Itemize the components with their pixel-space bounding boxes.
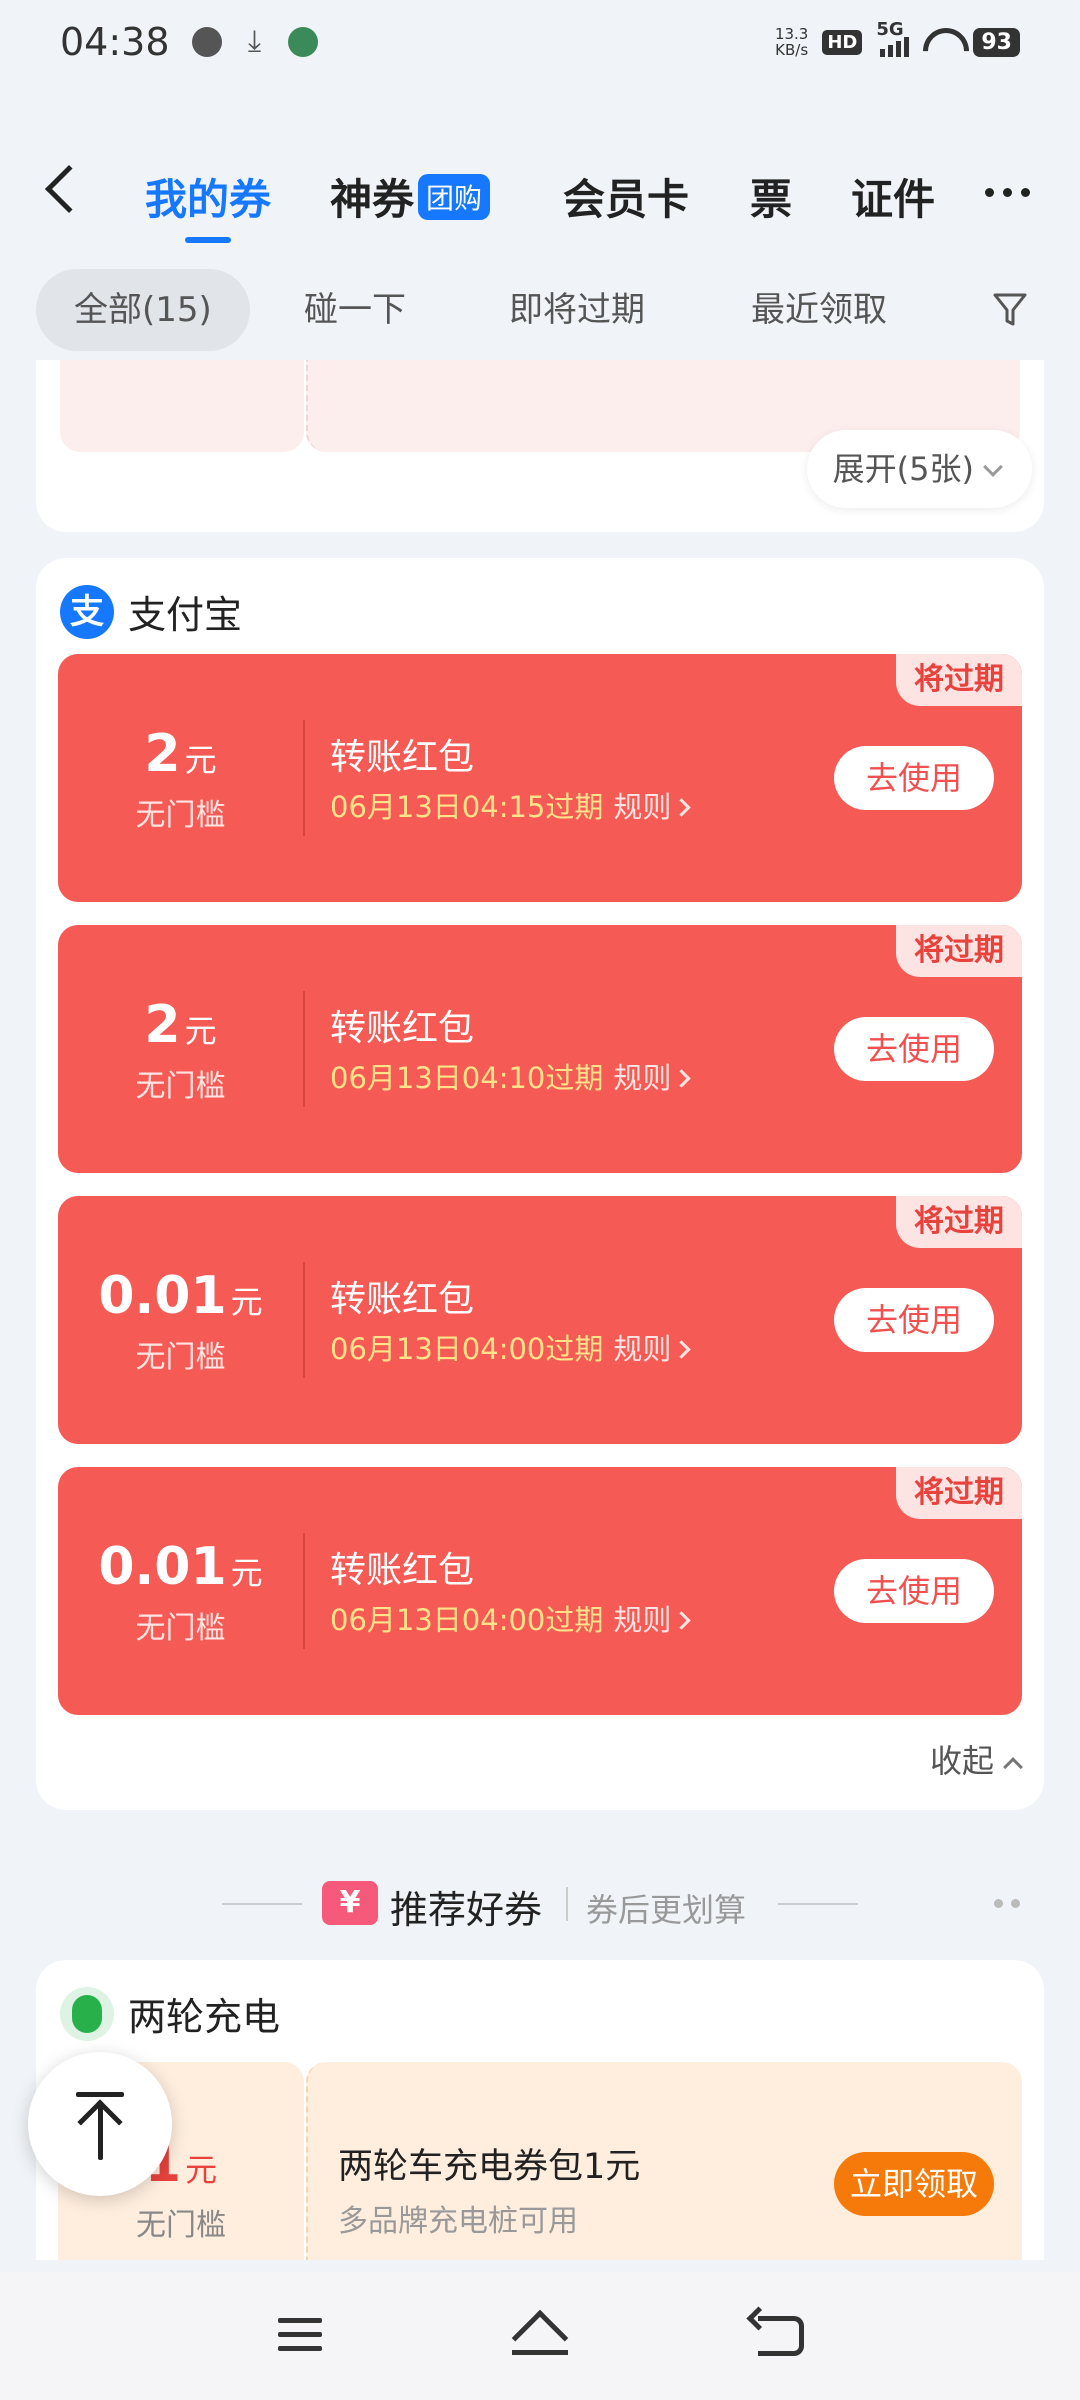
use-coupon-button[interactable]: 去使用 <box>834 1017 994 1081</box>
chevron-right-icon <box>672 798 692 817</box>
alipay-coupon-section: 支 支付宝 2元 无门槛 转账红包 06月13日04:15过期 规则 去使用 将过… <box>36 558 1044 1810</box>
coupon-expiry: 06月13日04:00过期 规则 <box>330 1326 692 1368</box>
chevron-right-icon <box>672 1611 692 1630</box>
back-icon[interactable] <box>758 2316 804 2356</box>
home-icon[interactable] <box>511 2309 569 2367</box>
coupon-expiry: 06月13日04:10过期 规则 <box>330 1055 692 1097</box>
coupon-divider <box>303 720 305 836</box>
tab-tickets[interactable]: 票 <box>750 166 792 227</box>
coupon-title: 转账红包 <box>330 737 475 778</box>
charging-logo-icon <box>60 1986 114 2041</box>
coupon-divider <box>303 1533 305 1649</box>
divider <box>566 1887 568 1921</box>
coupon-card[interactable]: 2元 无门槛 转账红包 06月13日04:15过期 规则 去使用 将过期 <box>58 654 1022 902</box>
coupon-condition: 无门槛 <box>135 1069 226 1104</box>
coupon-condition: 无门槛 <box>135 1340 226 1375</box>
coupon-divider <box>303 991 305 1107</box>
status-bar: 04:38 ⤓ 13.3 KB/s HD 5G 93 <box>0 0 1080 84</box>
rules-link[interactable]: 规则 <box>613 1332 692 1366</box>
rules-link[interactable]: 规则 <box>613 790 692 824</box>
coupon-card[interactable]: 0.01 元 无门槛 转账红包 06月13日04:00过期 规则 去使用 将过期 <box>58 1196 1022 1444</box>
scroll-to-top-button[interactable] <box>28 2052 172 2196</box>
wifi-icon <box>923 28 959 56</box>
coupon-amount: 2元 <box>144 995 217 1055</box>
divider-line <box>222 1903 302 1905</box>
expiring-tag: 将过期 <box>896 1467 1022 1519</box>
claim-now-button[interactable]: 立即领取 <box>834 2152 994 2216</box>
section-header: 支 支付宝 <box>60 584 242 639</box>
charging-coupon-section: 两轮充电 两轮车充电券包1元 多品牌充电桩可用 立即领取 1元 无门槛 <box>36 1960 1044 2260</box>
coupon-expiry: 06月13日04:00过期 规则 <box>330 1597 692 1639</box>
coupon-divider <box>303 1262 305 1378</box>
use-coupon-button[interactable]: 去使用 <box>834 1288 994 1352</box>
coupon-expiry: 06月13日04:15过期 规则 <box>330 784 692 826</box>
filter-bar: 全部(15) 碰一下 即将过期 最近领取 <box>0 265 1080 355</box>
coupon-amount: 2元 <box>144 724 217 784</box>
back-arrow-icon[interactable] <box>44 164 94 214</box>
filter-tap[interactable]: 碰一下 <box>304 269 406 351</box>
coupon-subtitle: 多品牌充电桩可用 <box>338 2204 578 2239</box>
chevron-down-icon <box>983 457 1003 477</box>
expiring-tag: 将过期 <box>896 1196 1022 1248</box>
tab-membership-cards[interactable]: 会员卡 <box>563 166 689 227</box>
coupon-fragment <box>60 360 304 452</box>
filter-expiring-soon[interactable]: 即将过期 <box>509 269 645 351</box>
chevron-right-icon <box>672 1340 692 1359</box>
recommend-subtitle: 券后更划算 <box>586 1891 747 1929</box>
section-header: 两轮充电 <box>60 1986 280 2041</box>
filter-funnel-icon[interactable] <box>992 291 1028 329</box>
group-buy-badge: 团购 <box>418 174 491 220</box>
coupon-condition: 无门槛 <box>135 1611 226 1646</box>
tab-documents[interactable]: 证件 <box>851 166 935 227</box>
divider-line <box>778 1903 858 1905</box>
use-coupon-button[interactable]: 去使用 <box>834 746 994 810</box>
clock: 04:38 <box>60 20 170 64</box>
section-title: 两轮充电 <box>128 1995 281 2039</box>
coupon-condition: 无门槛 <box>136 2208 226 2243</box>
system-navigation-bar <box>0 2272 1080 2400</box>
coupon-amount: 0.01 元 <box>98 1537 263 1597</box>
collapse-button[interactable]: 收起 <box>930 1736 1023 1782</box>
coupon-ticket-icon: ¥ <box>322 1881 378 1925</box>
use-coupon-button[interactable]: 去使用 <box>834 1559 994 1623</box>
section-title: 支付宝 <box>128 593 243 637</box>
previous-coupon-section: 展开(5张) <box>36 360 1044 532</box>
top-navigation: 我的券 神券 团购 会员卡 票 证件 <box>0 150 1080 243</box>
expand-button[interactable]: 展开(5张) <box>806 430 1032 508</box>
download-icon: ⤓ <box>247 24 262 59</box>
coupon-title: 两轮车充电券包1元 <box>338 2147 641 2187</box>
coupon-card[interactable]: 2元 无门槛 转账红包 06月13日04:10过期 规则 去使用 将过期 <box>58 925 1022 1173</box>
recommend-title: 推荐好券 <box>390 1888 543 1932</box>
coupon-condition: 无门槛 <box>135 798 226 833</box>
tab-super-coupons[interactable]: 神券 团购 <box>330 166 491 227</box>
alipay-logo-icon: 支 <box>60 584 114 639</box>
recommend-header: ¥ 推荐好券 券后更划算 <box>0 1875 1080 1933</box>
filter-recently-claimed[interactable]: 最近领取 <box>751 269 887 351</box>
carrier-icon <box>287 27 318 57</box>
chevron-up-icon <box>1003 1757 1023 1777</box>
app-notification-icon <box>191 27 222 57</box>
more-dots-icon[interactable] <box>994 1899 1020 1908</box>
coupon-card[interactable]: 0.01 元 无门槛 转账红包 06月13日04:00过期 规则 去使用 将过期 <box>58 1467 1022 1715</box>
tab-my-coupons[interactable]: 我的券 <box>145 166 271 243</box>
filter-all[interactable]: 全部(15) <box>36 269 250 351</box>
chevron-right-icon <box>672 1069 692 1088</box>
rules-link[interactable]: 规则 <box>613 1061 692 1095</box>
coupon-card[interactable]: 两轮车充电券包1元 多品牌充电桩可用 立即领取 1元 无门槛 <box>58 2062 1022 2260</box>
battery-icon: 93 <box>973 27 1020 57</box>
expiring-tag: 将过期 <box>896 925 1022 977</box>
more-options-icon[interactable] <box>985 188 1030 197</box>
rules-link[interactable]: 规则 <box>613 1603 692 1637</box>
expiring-tag: 将过期 <box>896 654 1022 706</box>
coupon-title: 转账红包 <box>330 1008 475 1049</box>
coupon-title: 转账红包 <box>330 1550 475 1591</box>
signal-icon: 5G <box>876 19 910 57</box>
coupon-amount: 0.01 元 <box>98 1266 263 1326</box>
hd-voice-icon: HD <box>822 29 863 55</box>
network-speed: 13.3 KB/s <box>774 25 809 59</box>
menu-icon[interactable] <box>278 2318 322 2354</box>
coupon-title: 转账红包 <box>330 1279 475 1320</box>
